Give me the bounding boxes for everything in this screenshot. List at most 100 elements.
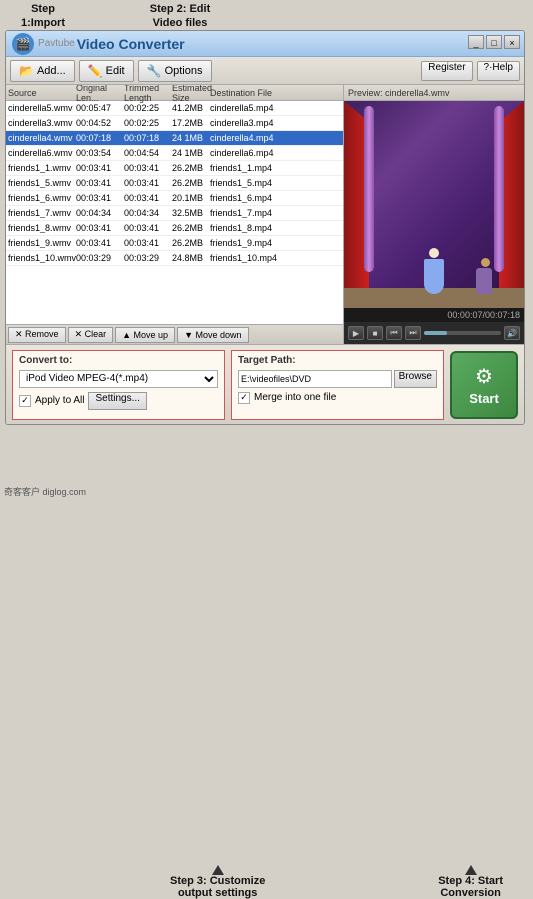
target-input-row: Browse — [238, 370, 437, 388]
toolbar: 📂 Add... ✏️ Edit 🔧 Options Register ?·He… — [6, 57, 524, 85]
cell-orig: 00:03:41 — [76, 178, 124, 188]
file-list-area: Source Original Len... Trimmed Length Es… — [6, 85, 344, 344]
cell-trim: 00:04:34 — [124, 208, 172, 218]
cell-trim: 00:02:25 — [124, 118, 172, 128]
cell-trim: 00:02:25 — [124, 103, 172, 113]
cell-source: friends1_10.wmv — [6, 253, 76, 263]
cell-est: 41.2MB — [172, 103, 210, 113]
stop-button[interactable]: ■ — [367, 326, 383, 340]
cell-orig: 00:07:18 — [76, 133, 124, 143]
edit-button[interactable]: ✏️ Edit — [79, 60, 134, 82]
app-title: Video Converter — [77, 36, 185, 52]
cell-source: friends1_9.wmv — [6, 238, 76, 248]
preview-area: Preview: cinderella4.wmv — [344, 85, 524, 344]
preview-controls: ▶ ■ ⏮ ⏭ 🔊 — [344, 322, 524, 344]
apply-all-label: Apply to All — [35, 395, 84, 406]
frame-back-button[interactable]: ⏮ — [386, 326, 402, 340]
step2-label: Step 2: Edit Video files — [140, 2, 220, 31]
settings-button[interactable]: Settings... — [88, 392, 146, 410]
cell-trim: 00:04:54 — [124, 148, 172, 158]
header-source: Source — [6, 88, 76, 98]
browse-button[interactable]: Browse — [394, 370, 437, 388]
cell-source: friends1_7.wmv — [6, 208, 76, 218]
cell-orig: 00:05:47 — [76, 103, 124, 113]
table-row[interactable]: friends1_8.wmv 00:03:41 00:03:41 26.2MB … — [6, 221, 343, 236]
merge-checkbox[interactable]: ✓ — [238, 392, 250, 404]
restore-button[interactable]: □ — [486, 35, 502, 49]
clear-button[interactable]: ✕ Clear — [68, 327, 114, 343]
cell-source: friends1_8.wmv — [6, 223, 76, 233]
volume-button[interactable]: 🔊 — [504, 326, 520, 340]
step3-label: Step 3: Customizeoutput settings — [170, 875, 265, 899]
play-button[interactable]: ▶ — [348, 326, 364, 340]
step4-arrow — [465, 865, 477, 875]
table-rows: cinderella5.wmv 00:05:47 00:02:25 41.2MB… — [6, 101, 343, 266]
add-button[interactable]: 📂 Add... — [10, 60, 75, 82]
move-up-button[interactable]: ▲ Move up — [115, 327, 175, 343]
minimize-button[interactable]: _ — [468, 35, 484, 49]
cell-est: 24.8MB — [172, 253, 210, 263]
cell-orig: 00:03:41 — [76, 193, 124, 203]
cell-orig: 00:03:41 — [76, 238, 124, 248]
cell-est: 26.2MB — [172, 238, 210, 248]
cell-dest: friends1_7.mp4 — [210, 208, 343, 218]
cell-est: 20.1MB — [172, 193, 210, 203]
table-row[interactable]: friends1_7.wmv 00:04:34 00:04:34 32.5MB … — [6, 206, 343, 221]
remove-button[interactable]: ✕ Remove — [8, 327, 66, 343]
column-left — [364, 106, 374, 272]
bottom-panel: Convert to: iPod Video MPEG-4(*.mp4) ✓ A… — [6, 344, 524, 424]
move-down-button[interactable]: ▼ Move down — [177, 327, 248, 343]
step3-annotation: Step 3: Customizeoutput settings — [170, 865, 265, 899]
cell-source: cinderella3.wmv — [6, 118, 76, 128]
table-row[interactable]: friends1_1.wmv 00:03:41 00:03:41 26.2MB … — [6, 161, 343, 176]
register-button[interactable]: Register — [421, 61, 472, 81]
table-row[interactable]: cinderella4.wmv 00:07:18 00:07:18 24 1MB… — [6, 131, 343, 146]
step4-label: Step 4: StartConversion — [438, 875, 503, 899]
cell-dest: friends1_1.mp4 — [210, 163, 343, 173]
apply-all-checkbox[interactable]: ✓ — [19, 395, 31, 407]
table-row[interactable]: friends1_5.wmv 00:03:41 00:03:41 26.2MB … — [6, 176, 343, 191]
cell-dest: friends1_8.mp4 — [210, 223, 343, 233]
convert-select[interactable]: iPod Video MPEG-4(*.mp4) — [19, 370, 218, 388]
brand-name: Pavtube — [38, 38, 75, 49]
cell-dest: friends1_9.mp4 — [210, 238, 343, 248]
table-row[interactable]: friends1_10.wmv 00:03:29 00:03:29 24.8MB… — [6, 251, 343, 266]
app-logo: 🎬 — [12, 33, 34, 55]
cell-orig: 00:03:29 — [76, 253, 124, 263]
preview-time: 00:00:07/00:07:18 — [344, 308, 524, 322]
close-button[interactable]: × — [504, 35, 520, 49]
preview-slider[interactable] — [424, 331, 501, 335]
cell-source: cinderella4.wmv — [6, 133, 76, 143]
target-path-input[interactable] — [238, 370, 392, 388]
cell-orig: 00:03:54 — [76, 148, 124, 158]
cell-orig: 00:04:34 — [76, 208, 124, 218]
window-controls: _ □ × — [468, 35, 520, 49]
cell-trim: 00:03:41 — [124, 238, 172, 248]
start-button[interactable]: ⚙ Start — [450, 351, 518, 419]
cell-est: 24 1MB — [172, 133, 210, 143]
cell-source: friends1_5.wmv — [6, 178, 76, 188]
preview-scene — [344, 101, 524, 308]
table-row[interactable]: cinderella5.wmv 00:05:47 00:02:25 41.2MB… — [6, 101, 343, 116]
main-content: Source Original Len... Trimmed Length Es… — [6, 85, 524, 344]
cell-orig: 00:03:41 — [76, 163, 124, 173]
options-button[interactable]: 🔧 Options — [138, 60, 212, 82]
table-header: Source Original Len... Trimmed Length Es… — [6, 85, 343, 101]
step4-annotation: Step 4: StartConversion — [438, 865, 503, 899]
cell-trim: 00:03:29 — [124, 253, 172, 263]
help-button[interactable]: ?·Help — [477, 61, 520, 81]
cell-dest: cinderella4.mp4 — [210, 133, 343, 143]
start-icon: ⚙ — [475, 364, 493, 389]
table-row[interactable]: cinderella6.wmv 00:03:54 00:04:54 24 1MB… — [6, 146, 343, 161]
cell-est: 24 1MB — [172, 148, 210, 158]
table-row[interactable]: friends1_6.wmv 00:03:41 00:03:41 20.1MB … — [6, 191, 343, 206]
cell-est: 26.2MB — [172, 178, 210, 188]
cell-source: cinderella5.wmv — [6, 103, 76, 113]
cell-orig: 00:03:41 — [76, 223, 124, 233]
frame-forward-button[interactable]: ⏭ — [405, 326, 421, 340]
cinderella-figure — [424, 248, 444, 293]
cell-trim: 00:03:41 — [124, 223, 172, 233]
table-row[interactable]: friends1_9.wmv 00:03:41 00:03:41 26.2MB … — [6, 236, 343, 251]
cell-dest: cinderella3.mp4 — [210, 118, 343, 128]
table-row[interactable]: cinderella3.wmv 00:04:52 00:02:25 17.2MB… — [6, 116, 343, 131]
